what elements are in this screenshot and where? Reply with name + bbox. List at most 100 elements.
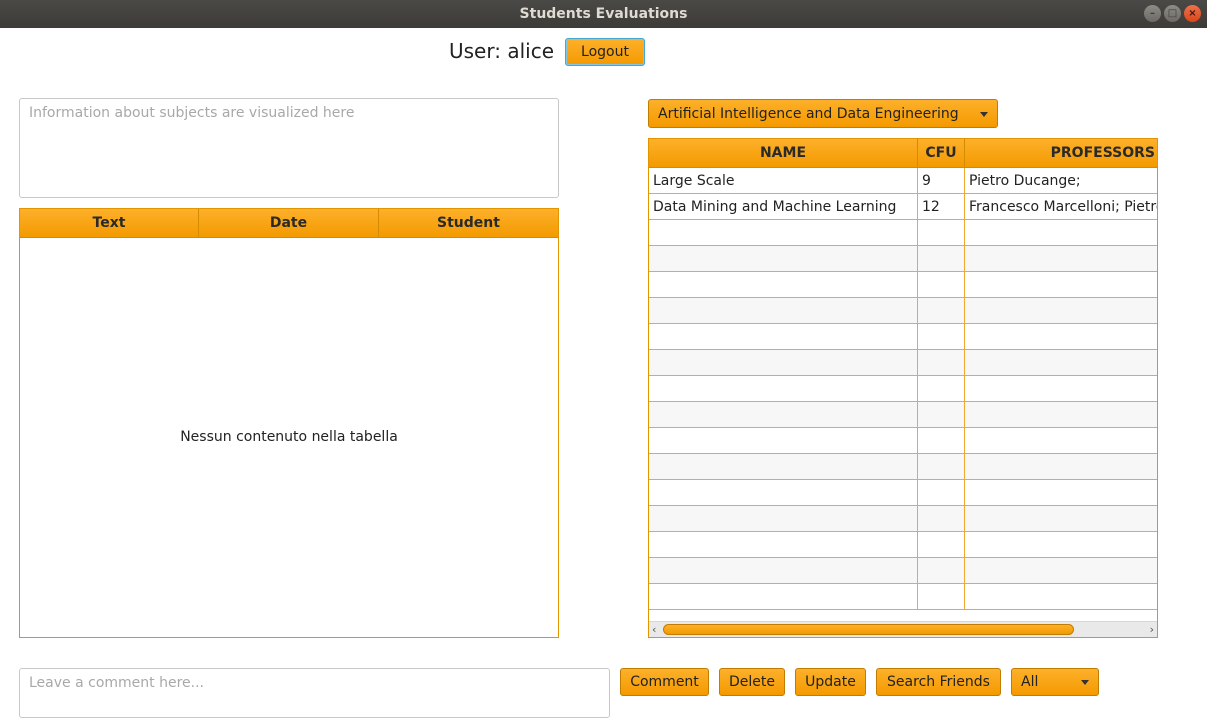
table-row[interactable]: [649, 480, 1157, 506]
cell-cfu: [918, 402, 965, 427]
table-row[interactable]: [649, 298, 1157, 324]
cell-cfu: [918, 506, 965, 531]
table-row[interactable]: Data Mining and Machine Learning 12 France…: [649, 194, 1157, 220]
cell-cfu: [918, 298, 965, 323]
subjects-table-header: NAME CFU PROFESSORS: [649, 139, 1157, 168]
table-row[interactable]: Large Scale 9 Pietro Ducange;: [649, 168, 1157, 194]
cell-professors: [965, 558, 1157, 583]
scroll-left-icon[interactable]: ‹: [652, 623, 656, 636]
table-row[interactable]: [649, 246, 1157, 272]
update-button[interactable]: Update: [795, 668, 866, 696]
comment-input[interactable]: Leave a comment here...: [19, 668, 610, 718]
cell-name: [649, 220, 918, 245]
cell-name: [649, 584, 918, 609]
cell-professors: [965, 350, 1157, 375]
logout-button[interactable]: Logout: [565, 38, 645, 66]
table-row[interactable]: [649, 376, 1157, 402]
cell-professors: [965, 428, 1157, 453]
cell-name: [649, 298, 918, 323]
maximize-icon[interactable]: □: [1164, 5, 1181, 22]
subject-info-textarea[interactable]: Information about subjects are visualize…: [19, 98, 559, 198]
cell-name: [649, 558, 918, 583]
column-header-student[interactable]: Student: [379, 209, 558, 237]
column-header-date[interactable]: Date: [199, 209, 379, 237]
cell-cfu: [918, 376, 965, 401]
degree-select-value: Artificial Intelligence and Data Enginee…: [658, 105, 959, 122]
cell-professors: Francesco Marcelloni; Pietro Ducange;: [969, 198, 1157, 215]
subjects-table: NAME CFU PROFESSORS Large Scale 9 Pietro D…: [648, 138, 1158, 638]
user-label: User: alice: [449, 39, 554, 63]
cell-professors: [965, 376, 1157, 401]
subjects-table-body: Large Scale 9 Pietro Ducange; Data Mining a…: [649, 168, 1157, 610]
filter-select-value: All: [1021, 674, 1039, 690]
column-header-cfu[interactable]: CFU: [918, 139, 965, 167]
cell-cfu: [918, 220, 965, 245]
table-row[interactable]: [649, 272, 1157, 298]
cell-cfu: 9: [918, 168, 965, 193]
cell-name: Data Mining and Machine Learning: [649, 194, 918, 219]
cell-cfu: [918, 272, 965, 297]
table-row[interactable]: [649, 532, 1157, 558]
cell-professors: [965, 402, 1157, 427]
cell-cfu: [918, 454, 965, 479]
cell-name: [649, 324, 918, 349]
cell-name: [649, 376, 918, 401]
table-row[interactable]: [649, 584, 1157, 610]
cell-cfu: [918, 324, 965, 349]
cell-professors: [965, 220, 1157, 245]
cell-professors: Pietro Ducange;: [969, 172, 1081, 189]
empty-table-message: Nessun contenuto nella tabella: [180, 429, 398, 445]
cell-name: [649, 428, 918, 453]
cell-professors: [965, 272, 1157, 297]
cell-professors: [965, 532, 1157, 557]
cell-cfu: [918, 428, 965, 453]
table-row[interactable]: [649, 428, 1157, 454]
comments-table-header: Text Date Student: [20, 209, 558, 238]
cell-name: [649, 532, 918, 557]
subjects-table-scrollbar[interactable]: ‹ ›: [649, 621, 1157, 637]
cell-professors: [965, 324, 1157, 349]
chevron-down-icon: [1081, 680, 1089, 685]
table-row[interactable]: [649, 454, 1157, 480]
degree-select[interactable]: Artificial Intelligence and Data Enginee…: [648, 99, 998, 128]
cell-professors: [965, 246, 1157, 271]
chevron-down-icon: [980, 112, 988, 117]
table-row[interactable]: [649, 558, 1157, 584]
cell-name: [649, 454, 918, 479]
cell-cfu: [918, 246, 965, 271]
cell-professors: [965, 454, 1157, 479]
minimize-icon[interactable]: –: [1144, 5, 1161, 22]
column-header-name[interactable]: NAME: [649, 139, 918, 167]
filter-select[interactable]: All: [1011, 668, 1099, 696]
cell-professors: [965, 480, 1157, 505]
comments-table: Text Date Student Nessun contenuto nella…: [19, 208, 559, 638]
window-controls: – □ ×: [1144, 5, 1201, 22]
search-friends-button[interactable]: Search Friends: [876, 668, 1001, 696]
close-icon[interactable]: ×: [1184, 5, 1201, 22]
scrollbar-thumb[interactable]: [663, 624, 1074, 635]
cell-cfu: [918, 350, 965, 375]
cell-cfu: [918, 558, 965, 583]
cell-name: Large Scale: [649, 168, 918, 193]
scroll-right-icon[interactable]: ›: [1150, 623, 1154, 636]
cell-professors: [965, 506, 1157, 531]
table-row[interactable]: [649, 506, 1157, 532]
table-row[interactable]: [649, 350, 1157, 376]
cell-cfu: [918, 584, 965, 609]
cell-cfu: [918, 480, 965, 505]
window-titlebar: Students Evaluations – □ ×: [0, 0, 1207, 28]
comment-button[interactable]: Comment: [620, 668, 709, 696]
column-header-text[interactable]: Text: [20, 209, 199, 237]
table-row[interactable]: [649, 324, 1157, 350]
cell-name: [649, 402, 918, 427]
window-title: Students Evaluations: [519, 6, 688, 22]
column-header-professors[interactable]: PROFESSORS: [965, 139, 1157, 167]
cell-cfu: [918, 532, 965, 557]
delete-button[interactable]: Delete: [719, 668, 785, 696]
cell-name: [649, 480, 918, 505]
cell-professors: [965, 584, 1157, 609]
table-row[interactable]: [649, 220, 1157, 246]
cell-name: [649, 506, 918, 531]
cell-professors: [965, 298, 1157, 323]
table-row[interactable]: [649, 402, 1157, 428]
